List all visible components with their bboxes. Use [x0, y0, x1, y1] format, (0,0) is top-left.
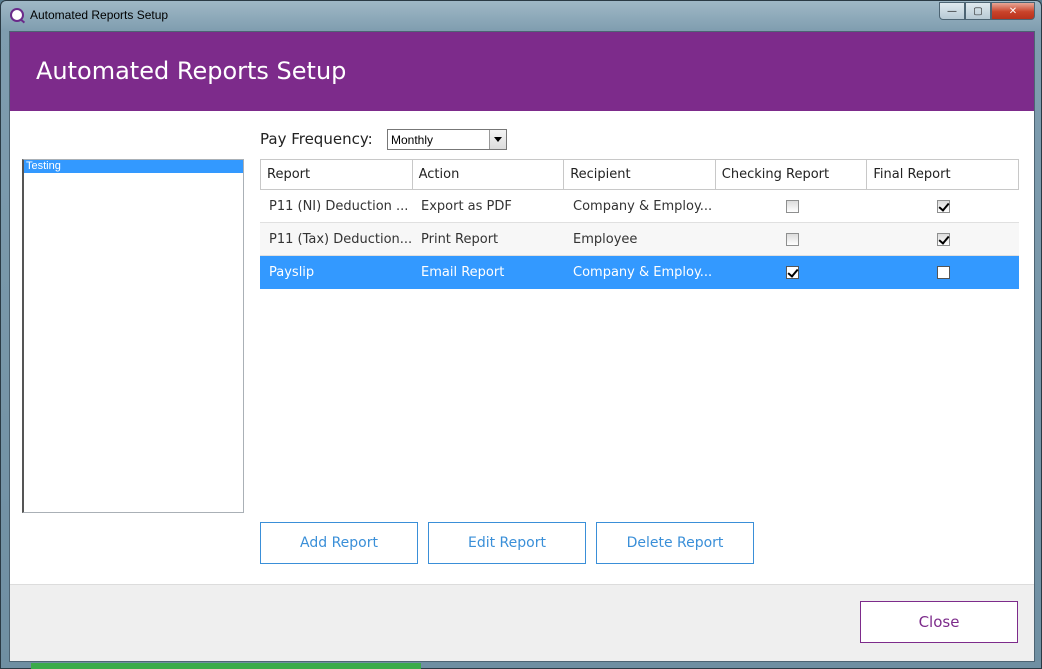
checking-report-checkbox[interactable]	[785, 266, 799, 279]
pay-frequency-select[interactable]: Monthly	[387, 129, 507, 150]
column-header-recipient[interactable]: Recipient	[564, 160, 716, 189]
action-cell: Email Report	[421, 265, 505, 280]
dialog-header: Automated Reports Setup	[10, 32, 1034, 111]
checking-report-checkbox[interactable]	[785, 232, 799, 246]
maximize-icon: ▢	[973, 5, 983, 17]
checking-report-cell	[716, 256, 868, 289]
final-report-checkbox[interactable]	[937, 266, 950, 279]
delete-report-button[interactable]: Delete Report	[596, 522, 754, 564]
final-report-cell	[868, 190, 1019, 222]
recipient-cell: Company & Employ...	[573, 199, 713, 214]
checking-report-cell	[716, 190, 868, 222]
window-frame: Automated Reports Setup — ▢ ✕ Automated …	[0, 0, 1042, 669]
column-header-action[interactable]: Action	[412, 160, 565, 189]
final-report-checkbox[interactable]	[937, 232, 950, 246]
recipient-cell: Employee	[573, 232, 638, 247]
table-row[interactable]: P11 (NI) Deduction ... Export as PDF Com…	[260, 190, 1019, 223]
window-controls: — ▢ ✕	[939, 2, 1035, 20]
close-button[interactable]: Close	[860, 601, 1018, 643]
action-cell: Export as PDF	[421, 199, 512, 214]
grid-header: Report Action Recipient Checking Report …	[260, 159, 1019, 190]
column-header-final-report[interactable]: Final Report	[867, 160, 1018, 189]
checking-report-cell	[716, 223, 868, 255]
report-cell: Payslip	[269, 265, 315, 280]
column-header-checking-report[interactable]: Checking Report	[715, 160, 868, 189]
column-header-report[interactable]: Report	[261, 160, 413, 189]
final-report-cell	[868, 256, 1019, 289]
table-row[interactable]: P11 (Tax) Deduction... Print Report Empl…	[260, 223, 1019, 256]
app-logo-icon	[10, 8, 24, 22]
recipient-cell: Company & Employ...	[573, 265, 713, 280]
close-window-button[interactable]: ✕	[991, 2, 1035, 20]
pay-frequency-label: Pay Frequency:	[260, 130, 373, 148]
final-report-cell	[868, 223, 1019, 255]
dialog-client-area: Automated Reports Setup Testing Pay Freq…	[9, 31, 1035, 662]
close-icon: ✕	[1008, 5, 1018, 17]
report-cell: P11 (NI) Deduction ...	[269, 199, 409, 214]
action-cell: Print Report	[421, 232, 499, 247]
window-title: Automated Reports Setup	[30, 8, 169, 22]
minimize-button[interactable]: —	[939, 2, 965, 20]
edit-report-button[interactable]: Edit Report	[428, 522, 586, 564]
maximize-button[interactable]: ▢	[965, 2, 991, 20]
report-cell: P11 (Tax) Deduction...	[269, 232, 412, 247]
reports-grid: Report Action Recipient Checking Report …	[260, 159, 1019, 289]
chevron-down-icon[interactable]	[489, 130, 506, 149]
title-bar[interactable]: Automated Reports Setup — ▢ ✕	[1, 1, 1041, 29]
background-taskbar-strip	[31, 663, 421, 669]
report-set-list[interactable]: Testing	[22, 159, 244, 513]
list-item[interactable]: Testing	[24, 160, 243, 173]
checking-report-checkbox[interactable]	[785, 199, 799, 213]
dialog-title: Automated Reports Setup	[36, 57, 347, 85]
pay-frequency-value: Monthly	[391, 132, 434, 147]
final-report-checkbox[interactable]	[937, 199, 950, 213]
minimize-icon: —	[947, 5, 957, 17]
table-row-selected[interactable]: Payslip Email Report Company & Employ...	[260, 256, 1019, 289]
add-report-button[interactable]: Add Report	[260, 522, 418, 564]
